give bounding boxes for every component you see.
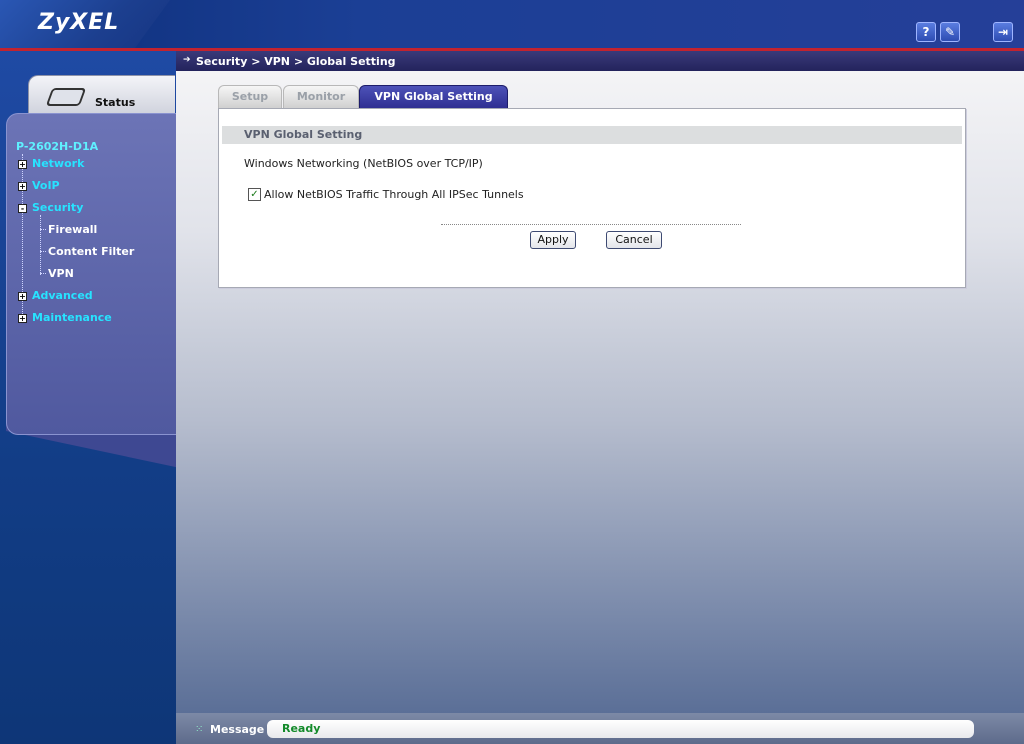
tab-setup[interactable]: Setup — [218, 85, 282, 108]
panel-title: VPN Global Setting — [244, 128, 363, 141]
message-value: Ready — [282, 722, 321, 735]
expand-advanced-icon[interactable]: + — [18, 292, 27, 301]
status-bar: ⁙ Message Ready — [176, 713, 1024, 744]
apply-button[interactable]: Apply — [530, 231, 576, 249]
sidebar-item-security[interactable]: Security — [32, 201, 83, 214]
sidebar-item-advanced[interactable]: Advanced — [32, 289, 93, 302]
vpn-global-setting-panel: VPN Global Setting Windows Networking (N… — [218, 108, 966, 288]
sidebar-item-content-filter[interactable]: Content Filter — [48, 245, 134, 258]
message-grip-icon: ⁙ — [195, 724, 204, 735]
expand-voip-icon[interactable]: + — [18, 182, 27, 191]
tree-line — [40, 251, 46, 252]
sidebar-item-network[interactable]: Network — [32, 157, 84, 170]
logout-icon[interactable]: ⇥ — [993, 22, 1013, 42]
expand-maintenance-icon[interactable]: + — [18, 314, 27, 323]
expand-network-icon[interactable]: + — [18, 160, 27, 169]
sidebar-item-voip[interactable]: VoIP — [32, 179, 60, 192]
sidebar-item-firewall[interactable]: Firewall — [48, 223, 97, 236]
breadcrumb: ➔ Security > VPN > Global Setting — [176, 51, 1024, 71]
tree-line — [40, 229, 46, 230]
wizard-icon[interactable]: ✎ — [940, 22, 960, 42]
breadcrumb-text: Security > VPN > Global Setting — [196, 55, 396, 68]
divider — [441, 224, 741, 225]
allow-netbios-label[interactable]: Allow NetBIOS Traffic Through All IPSec … — [264, 188, 524, 201]
message-label: Message — [210, 723, 265, 736]
status-label: Status — [95, 96, 136, 109]
sidebar-item-vpn[interactable]: VPN — [48, 267, 74, 280]
tab-vpn-global-setting[interactable]: VPN Global Setting — [359, 85, 508, 108]
message-field: Ready — [267, 720, 974, 738]
breadcrumb-arrow-icon: ➔ — [183, 55, 191, 65]
main-content: Setup Monitor VPN Global Setting VPN Glo… — [176, 71, 1024, 713]
left-navigation: Status P-2602H-D1A + Network + VoIP - Se… — [0, 51, 177, 744]
tree-line — [40, 273, 46, 274]
help-icon[interactable]: ? — [916, 22, 936, 42]
panel-header: VPN Global Setting — [222, 126, 962, 144]
zyxel-logo: ZyXEL — [38, 10, 120, 35]
cancel-button[interactable]: Cancel — [606, 231, 662, 249]
sidebar-item-maintenance[interactable]: Maintenance — [32, 311, 112, 324]
collapse-security-icon[interactable]: - — [18, 204, 27, 213]
tree-line — [40, 215, 41, 275]
router-icon — [45, 88, 87, 106]
top-header: ZyXEL ? ✎ ⇥ — [0, 0, 1024, 51]
tab-monitor[interactable]: Monitor — [283, 85, 359, 108]
netbios-section-label: Windows Networking (NetBIOS over TCP/IP) — [244, 157, 483, 170]
allow-netbios-checkbox[interactable]: ✓ — [248, 188, 261, 201]
device-name: P-2602H-D1A — [16, 140, 99, 153]
